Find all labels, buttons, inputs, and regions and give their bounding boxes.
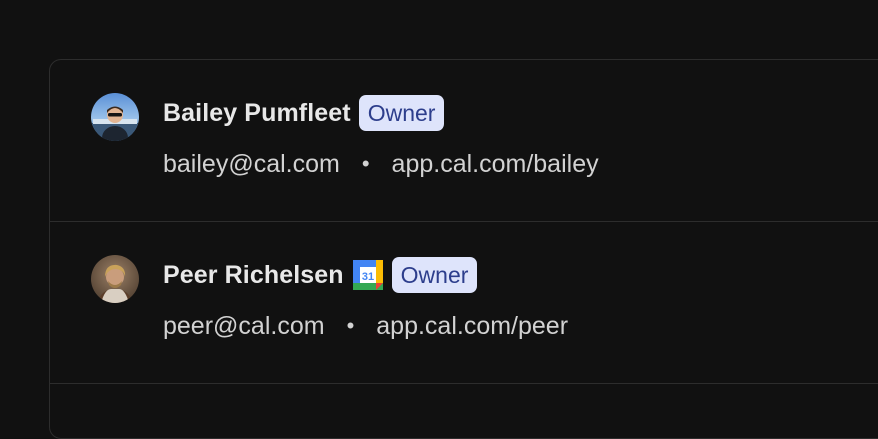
member-row[interactable]: Bailey Pumfleet Owner bailey@cal.com • a…: [50, 60, 878, 222]
role-badge: Owner: [391, 257, 478, 293]
calendar-day-label: 31: [362, 271, 374, 283]
google-calendar-icon: 31: [352, 259, 384, 291]
avatar-photo-icon: [91, 255, 139, 303]
member-profile-url[interactable]: app.cal.com/bailey: [392, 150, 599, 179]
separator-dot: •: [361, 151, 370, 176]
member-email: bailey@cal.com: [163, 149, 340, 178]
avatar-photo-icon: [91, 93, 139, 141]
member-name: Peer Richelsen: [163, 260, 344, 289]
team-members-list: Bailey Pumfleet Owner bailey@cal.com • a…: [49, 59, 878, 439]
separator-dot: •: [346, 313, 355, 338]
member-row[interactable]: Peer Richelsen 31 Owner peer@cal.com • a…: [50, 222, 878, 384]
member-name: Bailey Pumfleet: [163, 98, 351, 127]
avatar[interactable]: [91, 93, 139, 141]
avatar[interactable]: [91, 255, 139, 303]
member-email: peer@cal.com: [163, 311, 325, 340]
role-badge: Owner: [358, 95, 445, 131]
member-profile-url[interactable]: app.cal.com/peer: [376, 312, 568, 341]
